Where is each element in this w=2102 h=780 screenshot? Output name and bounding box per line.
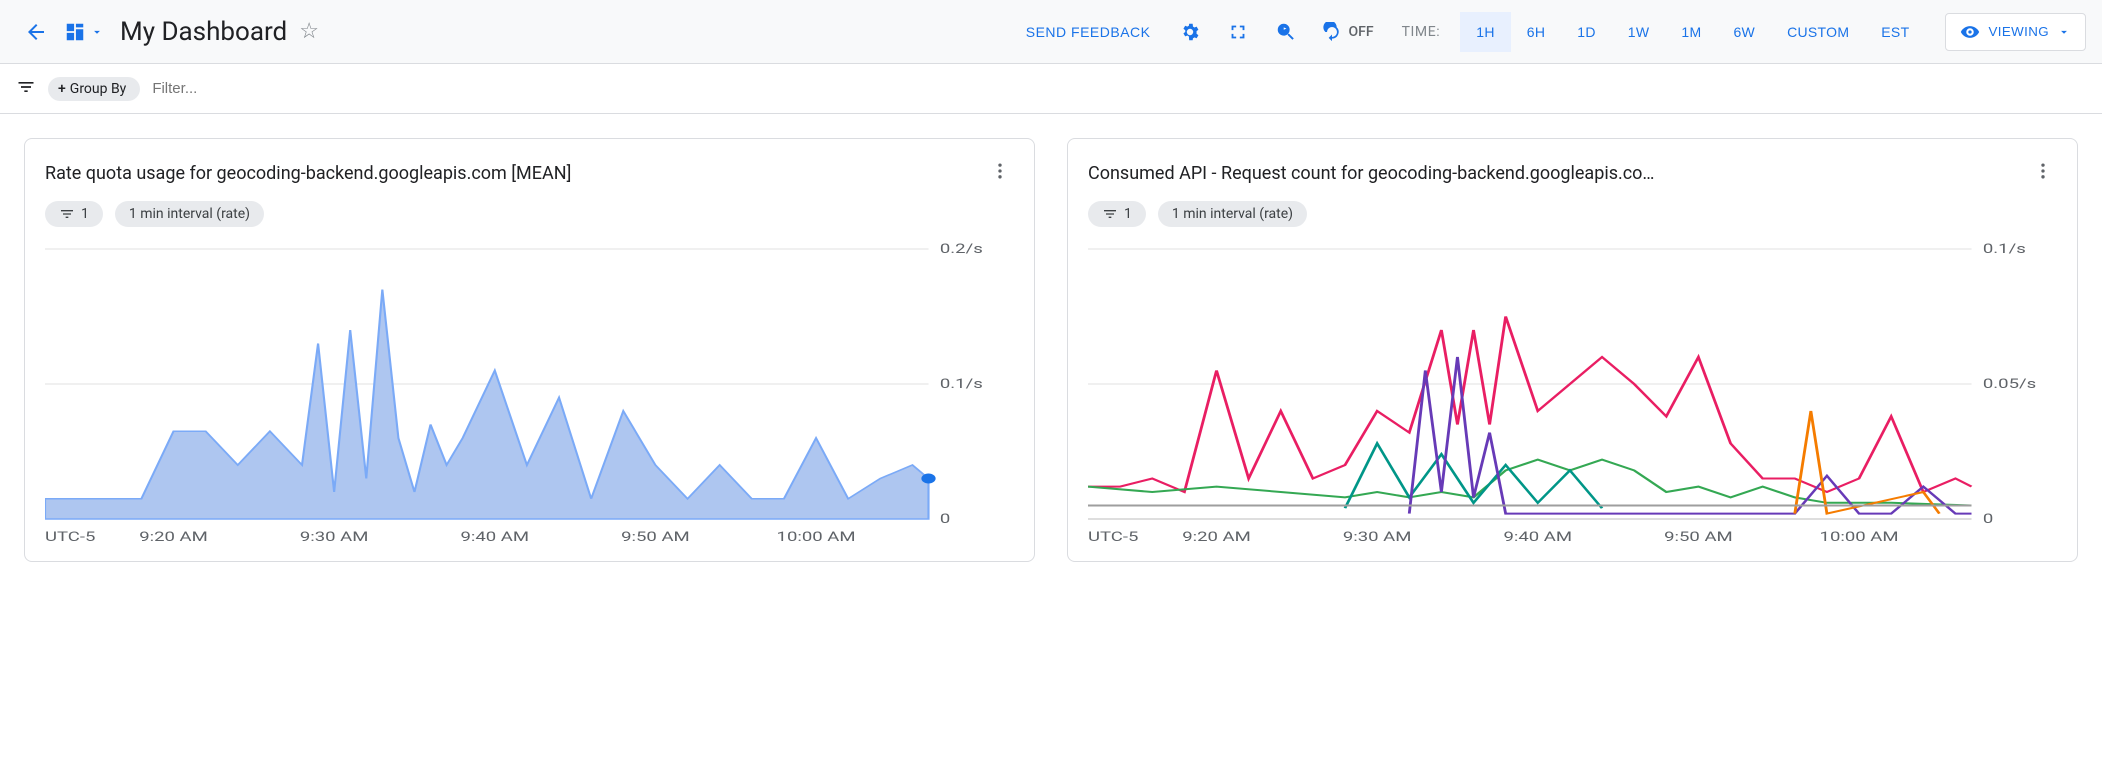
filter-count: 1 [1124, 206, 1132, 222]
time-tab-1d[interactable]: 1D [1561, 12, 1612, 52]
filter-input[interactable] [152, 80, 2086, 97]
send-feedback-button[interactable]: SEND FEEDBACK [1014, 16, 1163, 48]
viewing-label: VIEWING [1988, 24, 2049, 39]
svg-text:0.05/s: 0.05/s [1983, 376, 2036, 391]
magnifier-reset-icon [1275, 21, 1297, 43]
group-by-label: Group By [70, 81, 127, 97]
back-button[interactable] [16, 12, 56, 52]
interval-chip[interactable]: 1 min interval (rate) [1158, 201, 1307, 227]
svg-text:0.1/s: 0.1/s [1983, 241, 2026, 256]
caret-down-icon [90, 25, 104, 39]
time-tab-1w[interactable]: 1W [1612, 12, 1666, 52]
plus-icon: + [58, 81, 66, 97]
svg-text:9:20 AM: 9:20 AM [139, 529, 208, 544]
svg-text:9:20 AM: 9:20 AM [1182, 529, 1251, 544]
group-by-chip[interactable]: + Group By [48, 77, 140, 101]
favorite-star-icon[interactable]: ☆ [299, 19, 319, 44]
dashboard-picker[interactable] [64, 21, 104, 43]
svg-text:10:00 AM: 10:00 AM [1820, 529, 1899, 544]
svg-text:UTC-5: UTC-5 [45, 529, 95, 544]
time-tab-1h[interactable]: 1H [1460, 12, 1511, 52]
time-tab-custom[interactable]: CUSTOM [1771, 12, 1865, 52]
chart-plot-area[interactable]: 0.2/s 0.1/s 0 9:20 AM 9:30 AM 9:40 AM 9:50 AM 1… [45, 239, 1014, 549]
svg-text:9:30 AM: 9:30 AM [300, 529, 369, 544]
chart-card-request-count: Consumed API - Request count for geocodi… [1067, 138, 2078, 562]
time-tab-6w[interactable]: 6W [1717, 12, 1771, 52]
time-tab-1m[interactable]: 1M [1665, 12, 1717, 52]
svg-text:0.2/s: 0.2/s [940, 241, 983, 256]
svg-text:0.1/s: 0.1/s [940, 376, 983, 391]
time-tab-tz[interactable]: EST [1865, 12, 1925, 52]
svg-text:9:50 AM: 9:50 AM [1664, 529, 1733, 544]
fullscreen-icon [1227, 21, 1249, 43]
filter-count: 1 [81, 206, 89, 222]
time-range-tabs: 1H 6H 1D 1W 1M 6W CUSTOM EST [1460, 12, 1925, 52]
settings-button[interactable] [1170, 12, 1210, 52]
filter-bar: + Group By [0, 64, 2102, 114]
chart-card-rate-quota: Rate quota usage for geocoding-backend.g… [24, 138, 1035, 562]
filter-count-chip[interactable]: 1 [45, 201, 103, 227]
gear-icon [1179, 21, 1201, 43]
svg-text:9:50 AM: 9:50 AM [621, 529, 690, 544]
chart-more-button[interactable] [2029, 157, 2057, 189]
svg-text:10:00 AM: 10:00 AM [777, 529, 856, 544]
interval-chip[interactable]: 1 min interval (rate) [115, 201, 264, 227]
chart-title: Consumed API - Request count for geocodi… [1088, 163, 2029, 184]
filter-count-chip[interactable]: 1 [1088, 201, 1146, 227]
auto-refresh-state: OFF [1348, 24, 1373, 40]
auto-refresh-toggle[interactable]: OFF [1314, 22, 1381, 42]
arrow-back-icon [24, 20, 48, 44]
svg-text:0: 0 [1983, 511, 1993, 526]
more-vert-icon [990, 161, 1010, 181]
fullscreen-button[interactable] [1218, 12, 1258, 52]
viewing-mode-button[interactable]: VIEWING [1945, 13, 2086, 51]
page-title: My Dashboard [120, 17, 287, 47]
dashboard-icon [64, 21, 86, 43]
svg-text:9:30 AM: 9:30 AM [1343, 529, 1412, 544]
chart-plot-area[interactable]: 0.1/s 0.05/s 0 9:20 AM 9:30 AM 9:40 AM 9:50 AM… [1088, 239, 2057, 549]
zoom-reset-button[interactable] [1266, 12, 1306, 52]
time-tab-6h[interactable]: 6H [1511, 12, 1562, 52]
svg-text:9:40 AM: 9:40 AM [1503, 529, 1572, 544]
filter-icon [1102, 206, 1118, 222]
refresh-icon [1322, 22, 1342, 42]
chart-more-button[interactable] [986, 157, 1014, 189]
filter-list-icon[interactable] [16, 77, 36, 101]
charts-grid: Rate quota usage for geocoding-backend.g… [0, 114, 2102, 586]
caret-down-icon [2057, 25, 2071, 39]
eye-icon [1960, 22, 1980, 42]
top-toolbar: My Dashboard ☆ SEND FEEDBACK OFF TIME: 1… [0, 0, 2102, 64]
svg-text:UTC-5: UTC-5 [1088, 529, 1138, 544]
chart-title: Rate quota usage for geocoding-backend.g… [45, 163, 986, 184]
svg-text:9:40 AM: 9:40 AM [460, 529, 529, 544]
time-label: TIME: [1390, 24, 1453, 40]
svg-text:0: 0 [940, 511, 950, 526]
filter-icon [59, 206, 75, 222]
more-vert-icon [2033, 161, 2053, 181]
